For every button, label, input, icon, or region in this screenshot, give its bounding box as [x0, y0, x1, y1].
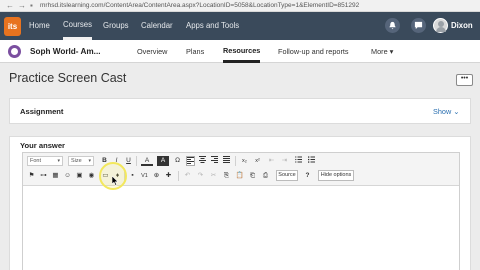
nav-courses[interactable]: Courses: [63, 12, 93, 40]
square-icon[interactable]: ▪: [128, 171, 137, 181]
copy-icon[interactable]: ⎘: [222, 171, 231, 181]
justify-icon[interactable]: [222, 156, 231, 166]
insert-menu-icon[interactable]: ✚: [164, 171, 173, 181]
source-button[interactable]: Source: [276, 170, 298, 181]
emoji-icon[interactable]: ☺: [63, 171, 72, 181]
show-assignment-link[interactable]: Show ⌄: [433, 107, 459, 116]
paste-word-icon[interactable]: ⎙: [261, 171, 270, 181]
assignment-label: Assignment: [20, 107, 64, 116]
lock-icon: ▪: [30, 1, 33, 10]
mouse-cursor-icon: [112, 176, 119, 186]
nav-calendar[interactable]: Calendar: [141, 12, 173, 40]
messages-icon[interactable]: [411, 18, 426, 33]
redo-icon[interactable]: ↷: [196, 171, 205, 181]
numbered-list-icon[interactable]: [294, 156, 303, 166]
flag-icon[interactable]: ⚑: [27, 171, 36, 181]
superscript-button[interactable]: x²: [253, 156, 262, 166]
avatar-body-shape: [436, 27, 446, 32]
tab-follow-up-and-reports[interactable]: Follow-up and reports: [278, 40, 349, 63]
url-text[interactable]: mrhsd.itslearning.com/ContentArea/Conten…: [40, 1, 359, 11]
course-title[interactable]: Soph World- Am...: [30, 40, 101, 63]
course-icon: [8, 45, 21, 58]
hide-options-button[interactable]: Hide options: [318, 170, 354, 181]
media-icon[interactable]: ◉: [87, 171, 96, 181]
subscript-button[interactable]: x₂: [240, 156, 249, 166]
version-label[interactable]: V1: [139, 171, 150, 181]
bell-icon[interactable]: [385, 18, 400, 33]
user-name[interactable]: Dixon: [451, 12, 473, 40]
tab-more[interactable]: More ▾: [371, 40, 393, 63]
globe-icon[interactable]: ⊕: [152, 171, 161, 181]
page-title: Practice Screen Cast: [9, 71, 127, 85]
align-right-icon[interactable]: [210, 156, 219, 166]
toolbar-separator: [235, 156, 236, 166]
image-icon[interactable]: ▣: [75, 171, 84, 181]
back-arrow-icon[interactable]: ←: [6, 1, 14, 11]
underline-button[interactable]: U: [124, 156, 133, 166]
undo-icon[interactable]: ↶: [183, 171, 192, 181]
special-character-button[interactable]: Ω: [173, 156, 182, 166]
toolbar-separator: [136, 156, 137, 166]
align-left-icon[interactable]: [186, 156, 195, 166]
cut-icon[interactable]: ✂: [209, 171, 218, 181]
align-center-icon[interactable]: [198, 156, 207, 166]
help-button[interactable]: ?: [303, 171, 312, 181]
toolbar-separator: [178, 171, 179, 181]
link-icon[interactable]: ⊶: [39, 171, 48, 181]
itslearning-logo[interactable]: its: [4, 17, 21, 36]
table-icon[interactable]: ▦: [51, 171, 60, 181]
nav-home[interactable]: Home: [29, 12, 50, 40]
outdent-icon[interactable]: ⇤: [267, 156, 276, 166]
paste-icon[interactable]: 📋: [235, 171, 244, 181]
background-color-button[interactable]: A: [157, 156, 169, 166]
tab-overview[interactable]: Overview: [137, 40, 167, 63]
tab-resources[interactable]: Resources: [223, 40, 261, 63]
more-options-button[interactable]: •••: [456, 74, 473, 86]
indent-icon[interactable]: ⇥: [280, 156, 289, 166]
size-select[interactable]: Size: [68, 156, 94, 166]
paste-text-icon[interactable]: ⎗: [248, 171, 257, 181]
font-select[interactable]: Font: [27, 156, 63, 166]
user-avatar[interactable]: [433, 18, 448, 33]
forward-arrow-icon[interactable]: →: [18, 1, 26, 11]
your-answer-label: Your answer: [20, 141, 66, 150]
bulleted-list-icon[interactable]: [307, 156, 316, 166]
browser-address-bar: ← → ▪ mrhsd.itslearning.com/ContentArea/…: [0, 0, 480, 12]
tab-plans[interactable]: Plans: [186, 40, 204, 63]
nav-groups[interactable]: Groups: [103, 12, 129, 40]
text-color-button[interactable]: A: [141, 156, 153, 166]
assignment-card: [9, 98, 471, 124]
nav-apps-and-tools[interactable]: Apps and Tools: [186, 12, 239, 40]
